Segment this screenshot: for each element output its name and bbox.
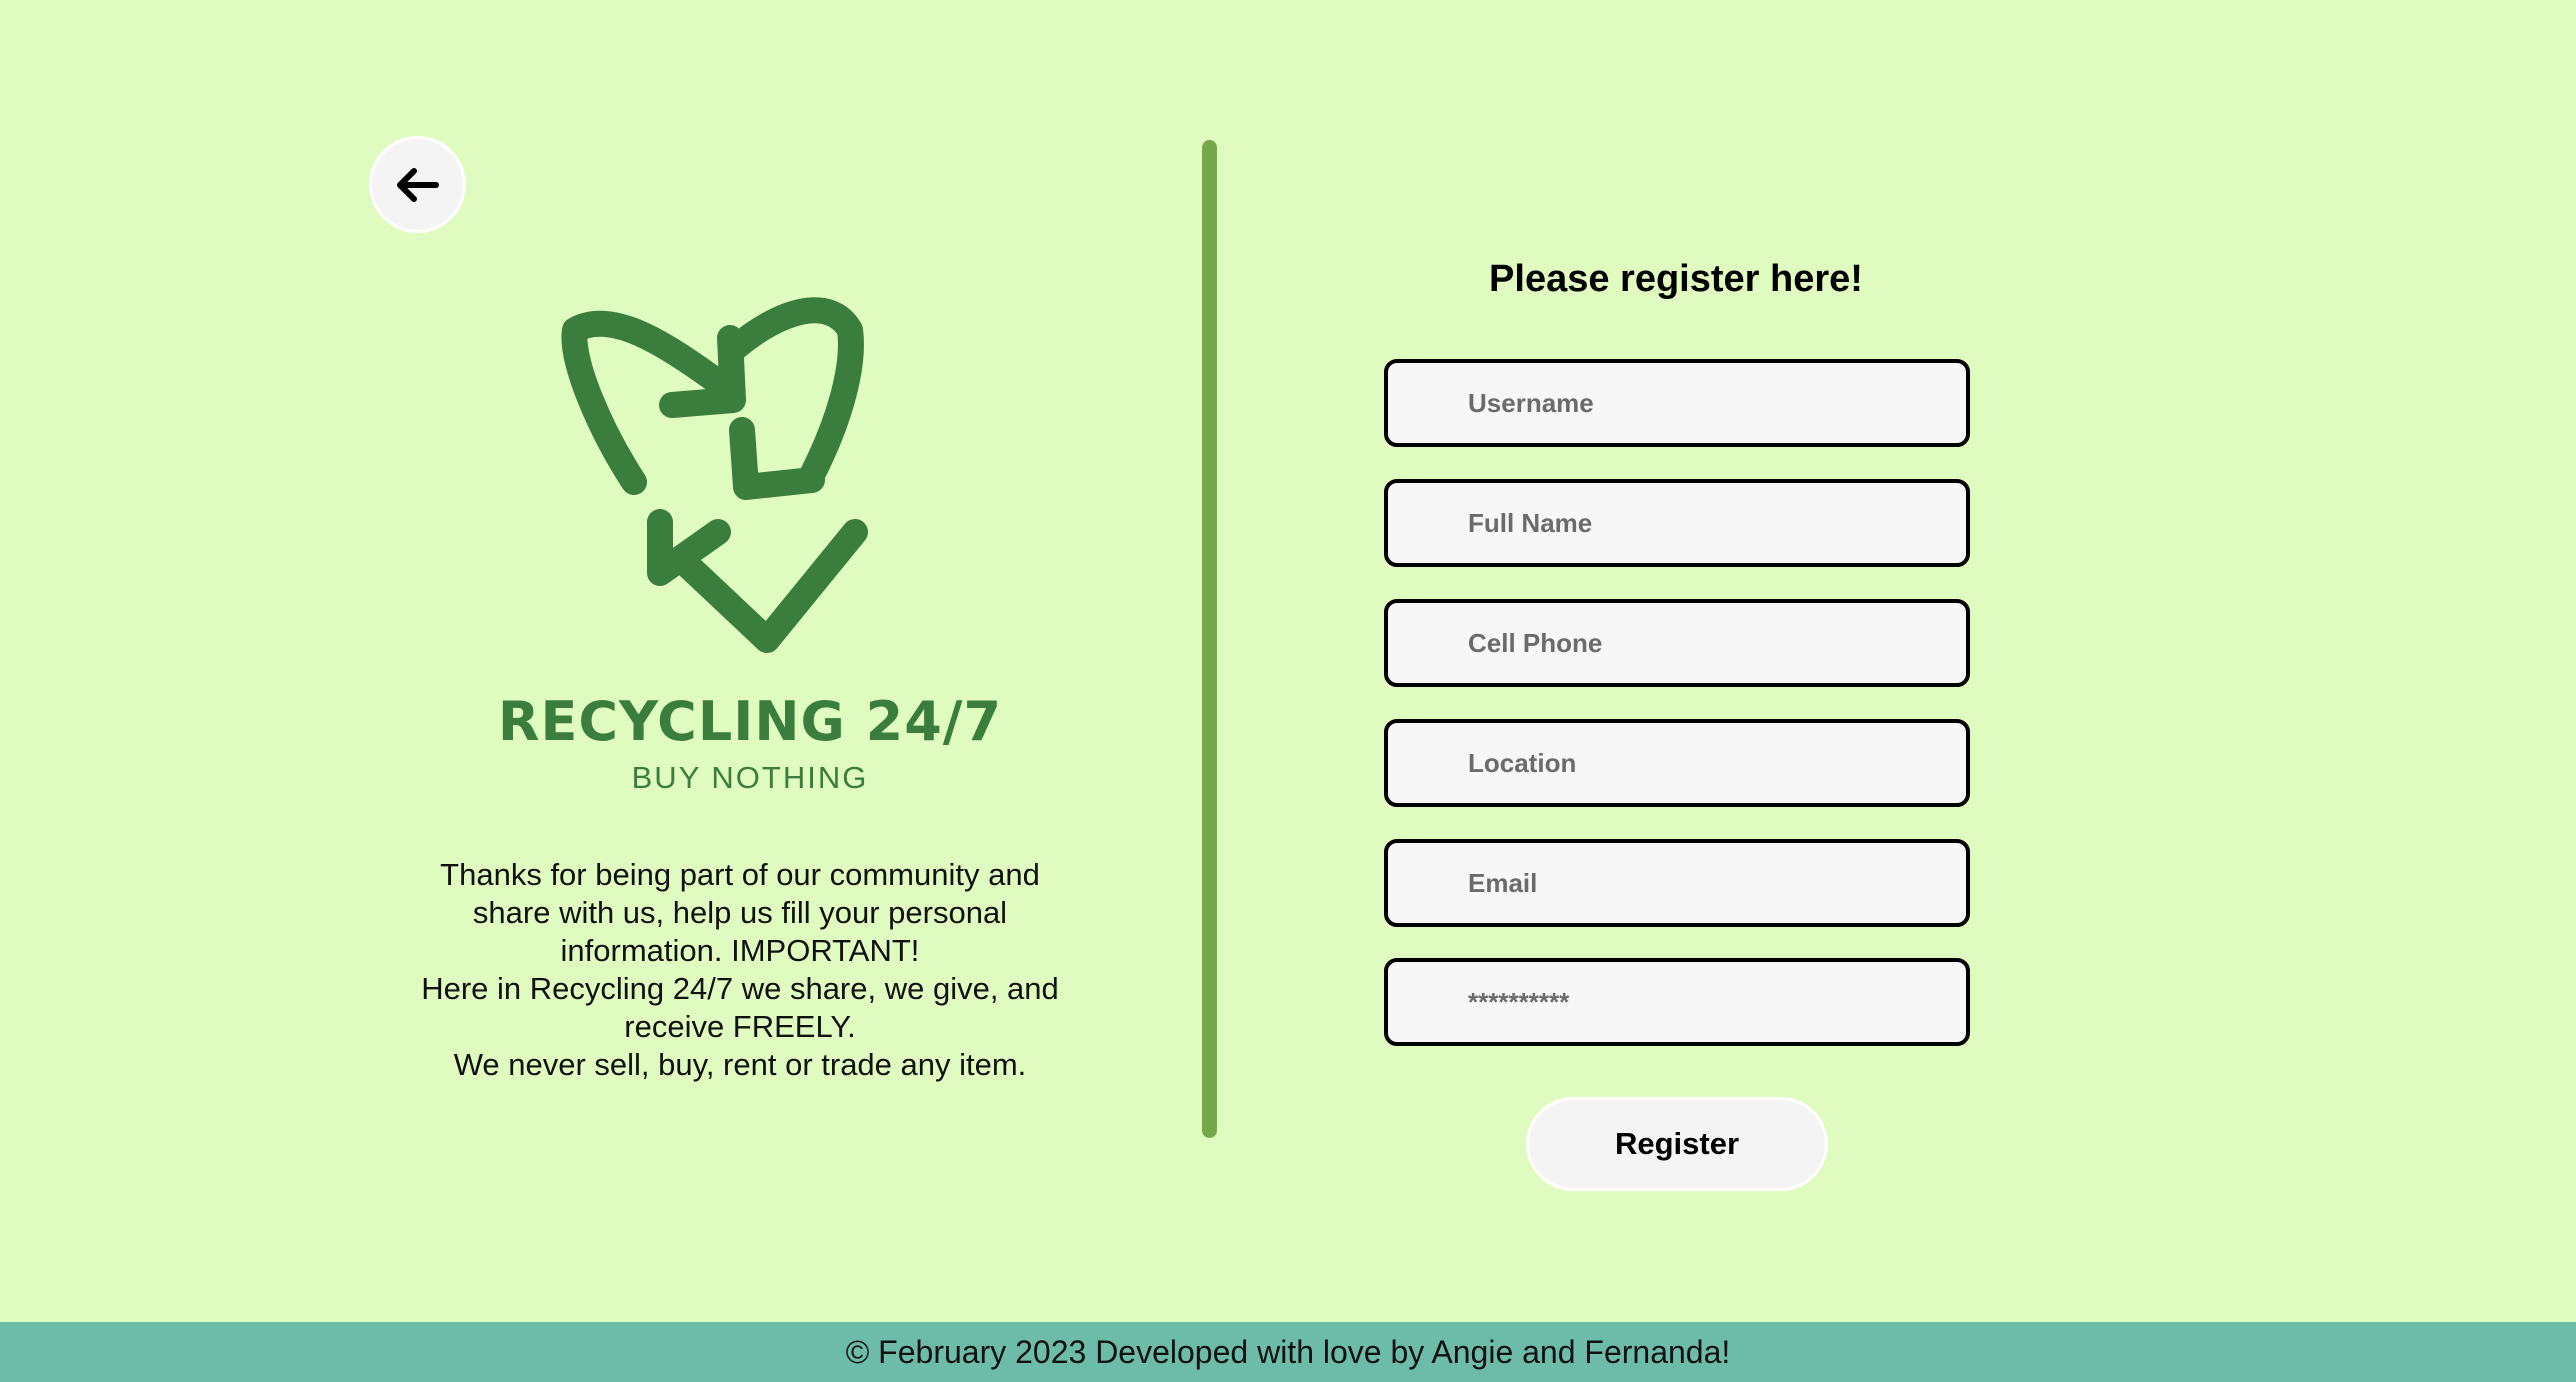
email-input[interactable] (1384, 839, 1970, 927)
brand-title: RECYCLING 24/7 (497, 690, 1003, 753)
intro-line: receive FREELY. (624, 1009, 856, 1044)
intro-line: share with us, help us fill your persona… (472, 895, 1008, 930)
intro-line: Here in Recycling 24/7 we share, we give… (421, 971, 1059, 1006)
form-title: Please register here! (1489, 258, 1863, 300)
location-input[interactable] (1384, 719, 1970, 807)
password-input[interactable] (1384, 958, 1970, 1046)
arrow-left-icon (396, 167, 439, 202)
username-input[interactable] (1384, 359, 1970, 447)
brand-subtitle: BUY NOTHING (631, 760, 869, 795)
intro-line: information. IMPORTANT! (560, 933, 920, 968)
vertical-divider (1202, 140, 1217, 1138)
intro-line: Thanks for being part of our community a… (440, 857, 1040, 892)
intro-text: Thanks for being part of our community a… (370, 856, 1110, 1084)
footer-text: © February 2023 Developed with love by A… (845, 1333, 1731, 1370)
cell-phone-input[interactable] (1384, 599, 1970, 687)
register-button[interactable]: Register (1526, 1097, 1828, 1191)
intro-line: We never sell, buy, rent or trade any it… (453, 1047, 1027, 1082)
registration-page: RECYCLING 24/7 BUY NOTHING Thanks for be… (0, 0, 2576, 1382)
footer: © February 2023 Developed with love by A… (0, 1322, 2576, 1382)
back-button[interactable] (369, 136, 466, 233)
recycle-icon (561, 297, 868, 653)
full-name-input[interactable] (1384, 479, 1970, 567)
